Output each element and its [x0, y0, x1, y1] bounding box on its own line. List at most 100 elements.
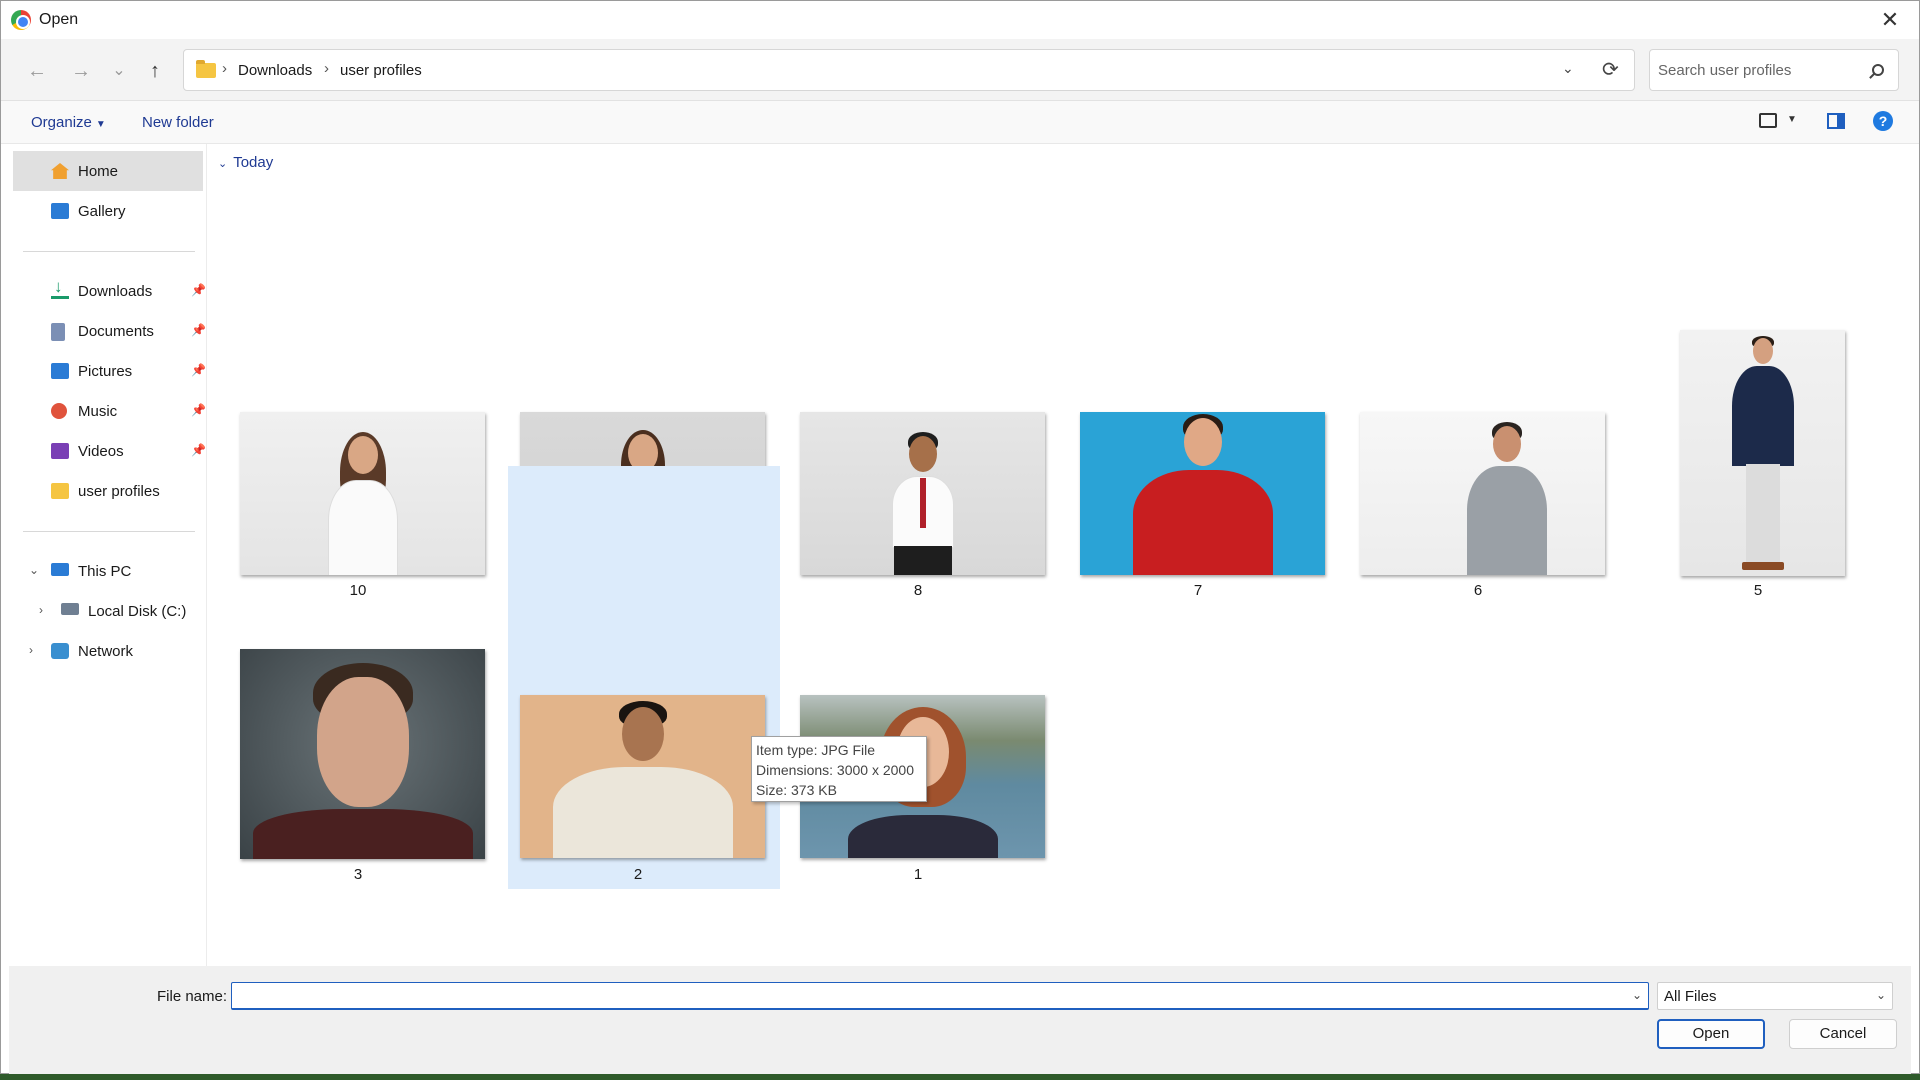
sidebar-item-home[interactable]: Home: [13, 151, 203, 191]
sidebar-item-label: user profiles: [78, 483, 160, 500]
search-box[interactable]: Search user profiles: [1649, 49, 1899, 91]
figure-body: [552, 767, 733, 858]
organize-button[interactable]: Organize ▼: [31, 114, 106, 131]
sidebar-item-label: Local Disk (C:): [88, 603, 187, 620]
dialog-footer: File name: ⌄ All Files ⌄ Open Cancel: [9, 966, 1911, 1074]
pin-icon[interactable]: 📌: [191, 363, 206, 377]
sidebar-item-documents[interactable]: Documents 📌: [13, 311, 206, 351]
breadcrumb-user-profiles[interactable]: user profiles: [340, 62, 422, 79]
sidebar-item-music[interactable]: Music 📌: [13, 391, 206, 431]
sidebar-item-videos[interactable]: Videos 📌: [13, 431, 206, 471]
sidebar-divider: [23, 531, 195, 532]
view-options-chevron-icon[interactable]: ▼: [1787, 114, 1797, 125]
address-bar[interactable]: › Downloads › user profiles ⌄ ⟳: [183, 49, 1635, 91]
recent-locations-button[interactable]: ⌄: [105, 57, 133, 85]
pin-icon[interactable]: 📌: [191, 323, 206, 337]
file-tooltip: Item type: JPG File Dimensions: 3000 x 2…: [751, 736, 927, 802]
file-item-8[interactable]: 8: [788, 269, 1048, 599]
figure-body: [252, 809, 473, 859]
sidebar-item-local-disk[interactable]: › Local Disk (C:): [13, 591, 203, 631]
sidebar-item-label: Home: [78, 163, 119, 180]
tooltip-size: Size: 373 KB: [756, 782, 837, 798]
preview-pane-icon[interactable]: [1827, 113, 1845, 129]
sidebar-item-label: Music: [78, 403, 118, 420]
pc-icon: [51, 563, 69, 576]
home-icon: [51, 163, 69, 179]
group-header-today[interactable]: ⌄ Today: [218, 154, 273, 171]
file-item-6[interactable]: 6: [1348, 269, 1608, 599]
search-input[interactable]: Search user profiles: [1658, 62, 1791, 79]
chevron-down-icon[interactable]: ⌄: [29, 563, 39, 577]
pin-icon[interactable]: 📌: [191, 283, 206, 297]
figure-head: [316, 677, 409, 807]
chevron-down-icon: ⌄: [112, 62, 126, 79]
figure-body: [327, 480, 398, 575]
file-item-5[interactable]: 5: [1668, 184, 1920, 599]
navigation-pane: Home Gallery Downloads 📌 Documents 📌 Pic…: [9, 144, 207, 966]
help-icon[interactable]: ?: [1873, 111, 1893, 131]
chevron-down-icon: ▼: [95, 119, 106, 130]
up-button[interactable]: ↑: [141, 57, 169, 85]
sidebar-item-label: Downloads: [78, 283, 153, 300]
back-button[interactable]: ←: [23, 57, 51, 85]
file-name-label: 2: [633, 866, 643, 883]
search-icon: [1872, 64, 1884, 76]
file-list: ⌄Today 10 9: [208, 144, 1911, 966]
file-name-input[interactable]: ⌄: [231, 982, 1649, 1010]
sidebar-item-label: Network: [78, 643, 134, 660]
new-folder-button[interactable]: New folder: [142, 114, 214, 131]
cancel-button[interactable]: Cancel: [1789, 1019, 1897, 1049]
thumbnail-image: [1360, 412, 1605, 575]
sidebar-item-this-pc[interactable]: ⌄ This PC: [13, 551, 203, 591]
chevron-right-icon[interactable]: ›: [39, 603, 43, 617]
file-item-10[interactable]: 10: [228, 269, 488, 599]
file-name-label: 1: [913, 866, 923, 883]
change-view-icon[interactable]: [1759, 113, 1777, 128]
download-icon: [51, 277, 69, 299]
figure-jacket: [1731, 366, 1794, 466]
figure-legs: [1745, 464, 1780, 564]
sidebar-item-downloads[interactable]: Downloads 📌: [13, 271, 206, 311]
file-item-2[interactable]: 2: [508, 466, 780, 889]
file-type-select[interactable]: All Files ⌄: [1657, 982, 1893, 1010]
breadcrumb-separator-icon: ›: [324, 60, 329, 77]
videos-icon: [51, 443, 69, 459]
sidebar-item-label: Gallery: [78, 203, 126, 220]
pin-icon[interactable]: 📌: [191, 403, 206, 417]
pin-icon[interactable]: 📌: [191, 443, 206, 457]
refresh-button[interactable]: ⟳: [1602, 57, 1619, 82]
title-bar: Open ✕: [1, 1, 1919, 39]
document-icon: [51, 323, 65, 341]
close-button[interactable]: ✕: [1879, 9, 1901, 31]
command-bar: Organize ▼ New folder ▼ ?: [1, 101, 1919, 144]
sidebar-item-pictures[interactable]: Pictures 📌: [13, 351, 206, 391]
figure-tie: [919, 478, 926, 528]
forward-arrow-icon: →: [71, 60, 91, 82]
sidebar-divider: [23, 251, 195, 252]
address-history-dropdown[interactable]: ⌄: [1562, 60, 1574, 77]
chevron-right-icon[interactable]: ›: [29, 643, 33, 657]
breadcrumb-downloads[interactable]: Downloads: [238, 62, 312, 79]
file-name-label: 5: [1753, 582, 1763, 599]
breadcrumb-separator-icon: ›: [222, 60, 227, 77]
thumbnail-image: [1080, 412, 1325, 575]
file-item-3[interactable]: 3: [228, 609, 488, 889]
back-arrow-icon: ←: [27, 60, 47, 82]
chevron-down-icon: ⌄: [1875, 988, 1886, 1002]
file-name-label: 6: [1473, 582, 1483, 599]
tooltip-dimensions: Dimensions: 3000 x 2000: [756, 762, 914, 778]
sidebar-item-label: This PC: [78, 563, 132, 580]
folder-icon: [51, 483, 69, 499]
tooltip-item-type: Item type: JPG File: [756, 742, 876, 758]
sidebar-item-network[interactable]: › Network: [13, 631, 203, 671]
figure-shoes: [1741, 562, 1784, 570]
disk-icon: [61, 603, 79, 615]
file-item-7[interactable]: 7: [1068, 269, 1328, 599]
open-button[interactable]: Open: [1657, 1019, 1765, 1049]
sidebar-item-gallery[interactable]: Gallery: [13, 191, 203, 231]
thumbnail-image: [240, 649, 485, 859]
forward-button[interactable]: →: [67, 57, 95, 85]
chrome-app-icon: [11, 10, 31, 30]
sidebar-item-user-profiles[interactable]: user profiles: [13, 471, 203, 511]
chevron-down-icon[interactable]: ⌄: [1632, 988, 1642, 1002]
